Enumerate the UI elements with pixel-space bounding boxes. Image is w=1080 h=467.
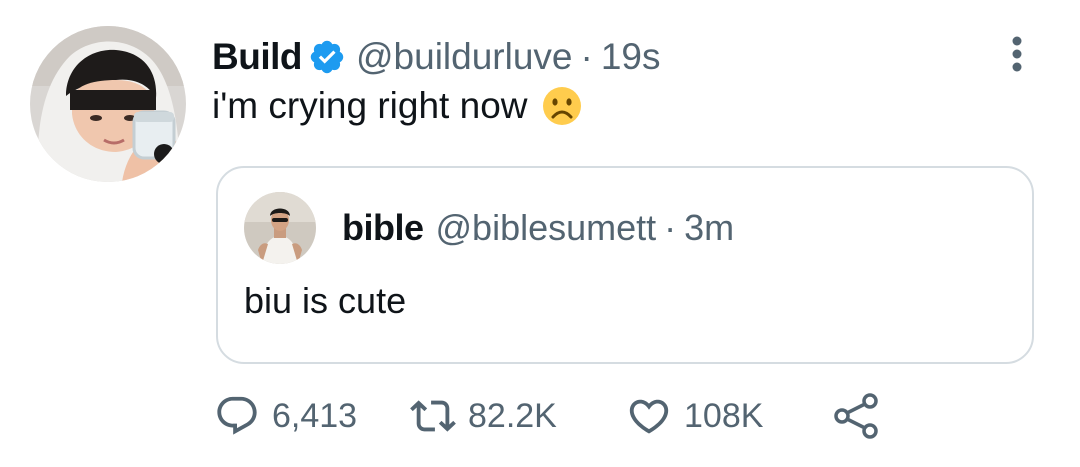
quoted-tweet-text: biu is cute: [244, 280, 407, 321]
heart-icon: [626, 393, 672, 439]
display-name[interactable]: Build: [212, 36, 302, 78]
quoted-tweet-card[interactable]: bible @biblesumett · 3m biu is cute: [216, 166, 1034, 364]
quoted-user-avatar[interactable]: [244, 192, 316, 264]
like-button[interactable]: 108K: [626, 392, 832, 440]
tweet-timestamp[interactable]: 19s: [601, 36, 661, 78]
quoted-separator-dot: ·: [664, 207, 677, 248]
separator-dot: ·: [580, 36, 593, 77]
tweet-text-content: i'm crying right now: [212, 85, 528, 126]
tweet-header: Build @buildurluve · 19s: [212, 34, 660, 80]
share-button[interactable]: [832, 392, 882, 440]
quoted-user-handle[interactable]: @biblesumett: [436, 207, 657, 249]
reply-count: 6,413: [272, 396, 358, 435]
reply-icon: [214, 393, 260, 439]
tweet-text: i'm crying right now: [212, 80, 582, 132]
retweet-icon: [410, 393, 456, 439]
quoted-user-avatar-photo: [244, 192, 316, 264]
more-options-icon[interactable]: [1006, 34, 1028, 74]
quoted-tweet-timestamp[interactable]: 3m: [684, 207, 734, 249]
share-icon: [832, 391, 882, 441]
frowning-face-emoji: [542, 86, 582, 126]
quoted-display-name[interactable]: bible: [342, 207, 424, 249]
user-avatar-photo: [30, 26, 186, 182]
retweet-button[interactable]: 82.2K: [410, 392, 626, 440]
quoted-tweet-header: bible @biblesumett · 3m: [342, 206, 734, 250]
user-handle[interactable]: @buildurluve: [356, 36, 573, 78]
user-avatar[interactable]: [30, 26, 186, 182]
retweet-count: 82.2K: [468, 396, 557, 435]
verified-badge-icon: [308, 38, 346, 76]
reply-button[interactable]: 6,413: [214, 392, 410, 440]
like-count: 108K: [684, 396, 764, 435]
tweet-action-bar: 6,413 82.2K 108K: [214, 392, 882, 440]
